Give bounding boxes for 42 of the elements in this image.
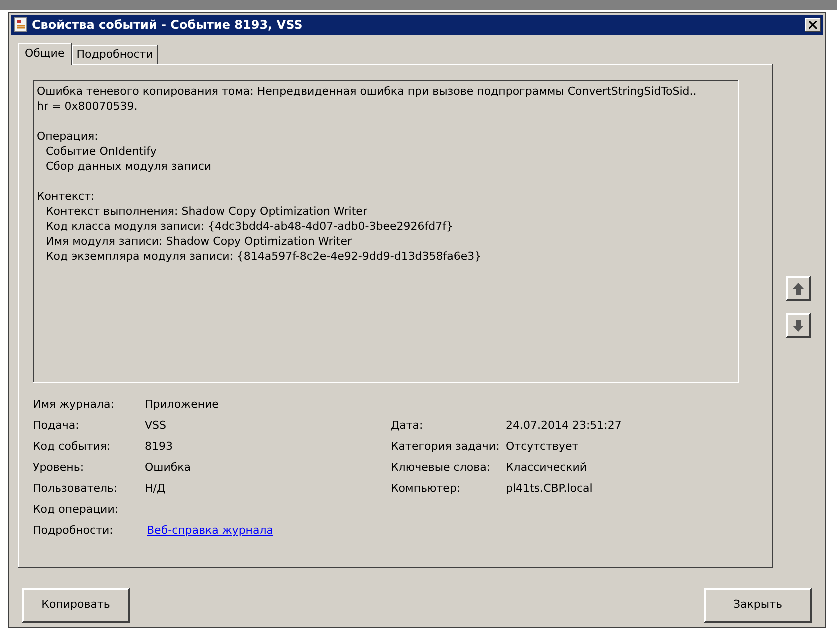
description-line: Контекст выполнения: Shadow Copy Optimization Writer [45, 204, 368, 219]
field-value: Н/Д [145, 481, 166, 498]
field-label: Имя журнала: [33, 397, 116, 414]
dialog-button[interactable]: Копировать [22, 588, 130, 623]
description-line: Имя модуля записи: Shadow Copy Optimization Writer [45, 234, 352, 249]
field-label: Подробности: [33, 523, 114, 540]
close-icon [809, 21, 817, 29]
field-label: Дата: [391, 418, 424, 434]
field-label: Компьютер: [391, 481, 462, 498]
description-line: Код экземпляра модуля записи: {814a597f-8c2e-4e92-9dd9-d13d358fa6e3} [45, 249, 482, 264]
window-title: Свойства событий - Событие 8193, VSS [32, 17, 303, 34]
field-label: Уровень: [33, 460, 86, 476]
field-value: pl41ts.CBP.local [506, 481, 593, 498]
field-value: VSS [145, 418, 166, 434]
field-label: Код операции: [33, 502, 120, 518]
description-line: Код класса модуля записи: {4dc3bdd4-ab48-4d07-adb0-3bee2926fd7f} [45, 219, 454, 234]
up-arrow-icon [792, 282, 805, 296]
field-label: Пользователь: [33, 481, 119, 498]
field-label: Ключевые слова: [391, 460, 492, 476]
field-label: Категория задачи: [391, 439, 501, 456]
event-icon [13, 17, 29, 33]
field-value: 8193 [145, 439, 173, 456]
previous-button[interactable] [786, 276, 811, 301]
tab[interactable]: Подробности [72, 45, 158, 64]
next-button[interactable] [786, 313, 811, 338]
section-heading: Операция: [37, 129, 100, 144]
down-arrow-icon [792, 318, 805, 332]
error-message: Ошибка теневого копирования тома: Непредвиденная ошибка при вызове подпрограммы ConvertStringSidToSid.. hr = 0x80070539. [37, 84, 697, 114]
dialog-button[interactable]: Закрыть [704, 588, 812, 623]
field-value: Классический [506, 460, 588, 476]
field-value: Отсутствует [506, 439, 579, 456]
field-label: Подача: [33, 418, 80, 434]
close-button[interactable] [805, 18, 821, 32]
field-value: 24.07.2014 23:51:27 [506, 418, 622, 434]
help-link[interactable]: Веб-справка журнала [147, 523, 274, 540]
field-value: Ошибка [145, 460, 192, 476]
tab[interactable]: Общие [18, 43, 72, 65]
field-value: Приложение [145, 397, 219, 414]
section-heading: Контекст: [37, 189, 96, 204]
description-line: Сбор данных модуля записи [45, 159, 212, 174]
description-line: Событие OnIdentify [45, 144, 157, 159]
field-label: Код события: [33, 439, 112, 456]
